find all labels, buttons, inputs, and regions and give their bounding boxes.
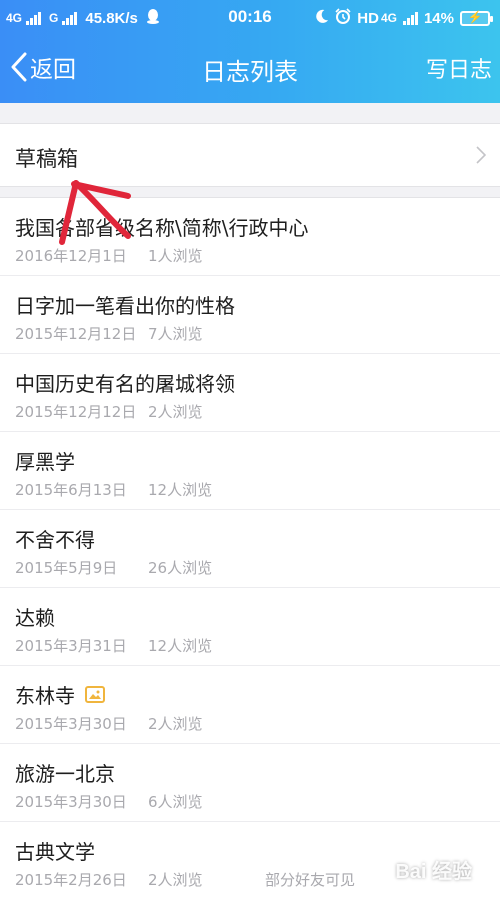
diary-meta: 2015年12月12日 2人浏览: [15, 401, 265, 422]
diary-title-text: 不舍不得: [15, 528, 95, 552]
status-bar: 4G G 45.8K/s 00:16 HD 4G 14% ⚡: [0, 0, 500, 34]
diary-views: 12人浏览: [148, 481, 213, 499]
nav-bar: 返回 日志列表 写日志: [0, 34, 500, 103]
diary-meta: 2015年12月12日 7人浏览: [15, 323, 265, 344]
hd-label: HD: [357, 9, 379, 27]
diary-views: 2人浏览: [148, 403, 203, 421]
image-icon: [85, 686, 105, 703]
diary-meta: 2015年3月31日 12人浏览: [15, 635, 265, 656]
diary-title: 厚黑学: [15, 446, 75, 475]
section-gap: [0, 186, 500, 198]
diary-title-text: 东林寺: [15, 684, 75, 708]
diary-item[interactable]: 我国各部省级名称\简称\行政中心 2016年12月1日 1人浏览: [0, 198, 500, 276]
drafts-row[interactable]: 草稿箱: [0, 124, 500, 186]
diary-item[interactable]: 东林寺 2015年3月30日 2人浏览: [0, 666, 500, 744]
diary-title: 旅游一北京: [15, 758, 115, 787]
diary-date: 2015年3月31日: [15, 637, 127, 655]
diary-title: 日字加一笔看出你的性格: [15, 290, 235, 319]
diary-meta: 2015年5月9日 26人浏览: [15, 557, 265, 578]
diary-title: 东林寺: [15, 680, 105, 709]
battery-icon: ⚡: [460, 10, 493, 26]
watermark: Bai 经验: [395, 861, 472, 883]
diary-item[interactable]: 中国历史有名的屠城将领 2015年12月12日 2人浏览: [0, 354, 500, 432]
diary-title: 不舍不得: [15, 524, 95, 553]
diary-date: 2015年5月9日: [15, 559, 118, 577]
diary-views: 26人浏览: [148, 559, 213, 577]
diary-title: 古典文学: [15, 836, 95, 865]
diary-meta: 2015年3月30日 6人浏览: [15, 791, 265, 812]
diary-views: 2人浏览: [148, 715, 203, 733]
diary-meta: 2015年3月30日 2人浏览: [15, 713, 265, 734]
diary-meta: 2015年6月13日 12人浏览: [15, 479, 265, 500]
battery-percent: 14%: [423, 9, 454, 27]
diary-title-text: 日字加一笔看出你的性格: [15, 294, 235, 318]
diary-date: 2015年12月12日: [15, 403, 137, 421]
diary-item[interactable]: 达赖 2015年3月31日 12人浏览: [0, 588, 500, 666]
diary-title-text: 达赖: [15, 606, 55, 630]
diary-title: 达赖: [15, 602, 55, 631]
header: 4G G 45.8K/s 00:16 HD 4G 14% ⚡ 返回 日志列表 写…: [0, 0, 500, 103]
chevron-right-icon: [476, 146, 486, 164]
diary-date: 2015年6月13日: [15, 481, 127, 499]
moon-icon: [314, 9, 329, 28]
drafts-label: 草稿箱: [15, 147, 78, 171]
diary-item[interactable]: 旅游一北京 2015年3月30日 6人浏览: [0, 744, 500, 822]
diary-date: 2016年12月1日: [15, 247, 127, 265]
diary-title-text: 古典文学: [15, 840, 95, 864]
diary-visibility: 部分好友可见: [265, 871, 356, 889]
diary-title: 中国历史有名的屠城将领: [15, 368, 235, 397]
diary-title-text: 旅游一北京: [15, 762, 115, 786]
diary-views: 12人浏览: [148, 637, 213, 655]
signal-icon-3: [402, 11, 418, 25]
diary-title-text: 中国历史有名的屠城将领: [15, 372, 235, 396]
diary-item[interactable]: 厚黑学 2015年6月13日 12人浏览: [0, 432, 500, 510]
diary-date: 2015年3月30日: [15, 793, 127, 811]
diary-views: 1人浏览: [148, 247, 203, 265]
diary-date: 2015年2月26日: [15, 871, 127, 889]
diary-meta: 2015年2月26日 2人浏览 部分好友可见: [15, 869, 355, 890]
diary-title-text: 厚黑学: [15, 450, 75, 474]
alarm-icon: [335, 8, 351, 28]
write-diary-button[interactable]: 写日志: [426, 52, 492, 84]
section-gap: [0, 103, 500, 124]
diary-title: 我国各部省级名称\简称\行政中心: [15, 212, 308, 241]
diary-list: 我国各部省级名称\简称\行政中心 2016年12月1日 1人浏览 日字加一笔看出你…: [0, 198, 500, 900]
status-right: HD 4G 14% ⚡: [314, 8, 493, 28]
diary-item[interactable]: 不舍不得 2015年5月9日 26人浏览: [0, 510, 500, 588]
diary-views: 6人浏览: [148, 793, 203, 811]
network-4g-label: 4G: [380, 11, 397, 25]
diary-title-text: 我国各部省级名称\简称\行政中心: [15, 216, 309, 240]
diary-views: 2人浏览: [148, 871, 203, 889]
diary-meta: 2016年12月1日 1人浏览: [15, 245, 265, 266]
diary-date: 2015年3月30日: [15, 715, 127, 733]
diary-item[interactable]: 日字加一笔看出你的性格 2015年12月12日 7人浏览: [0, 276, 500, 354]
diary-date: 2015年12月12日: [15, 325, 137, 343]
diary-views: 7人浏览: [148, 325, 203, 343]
